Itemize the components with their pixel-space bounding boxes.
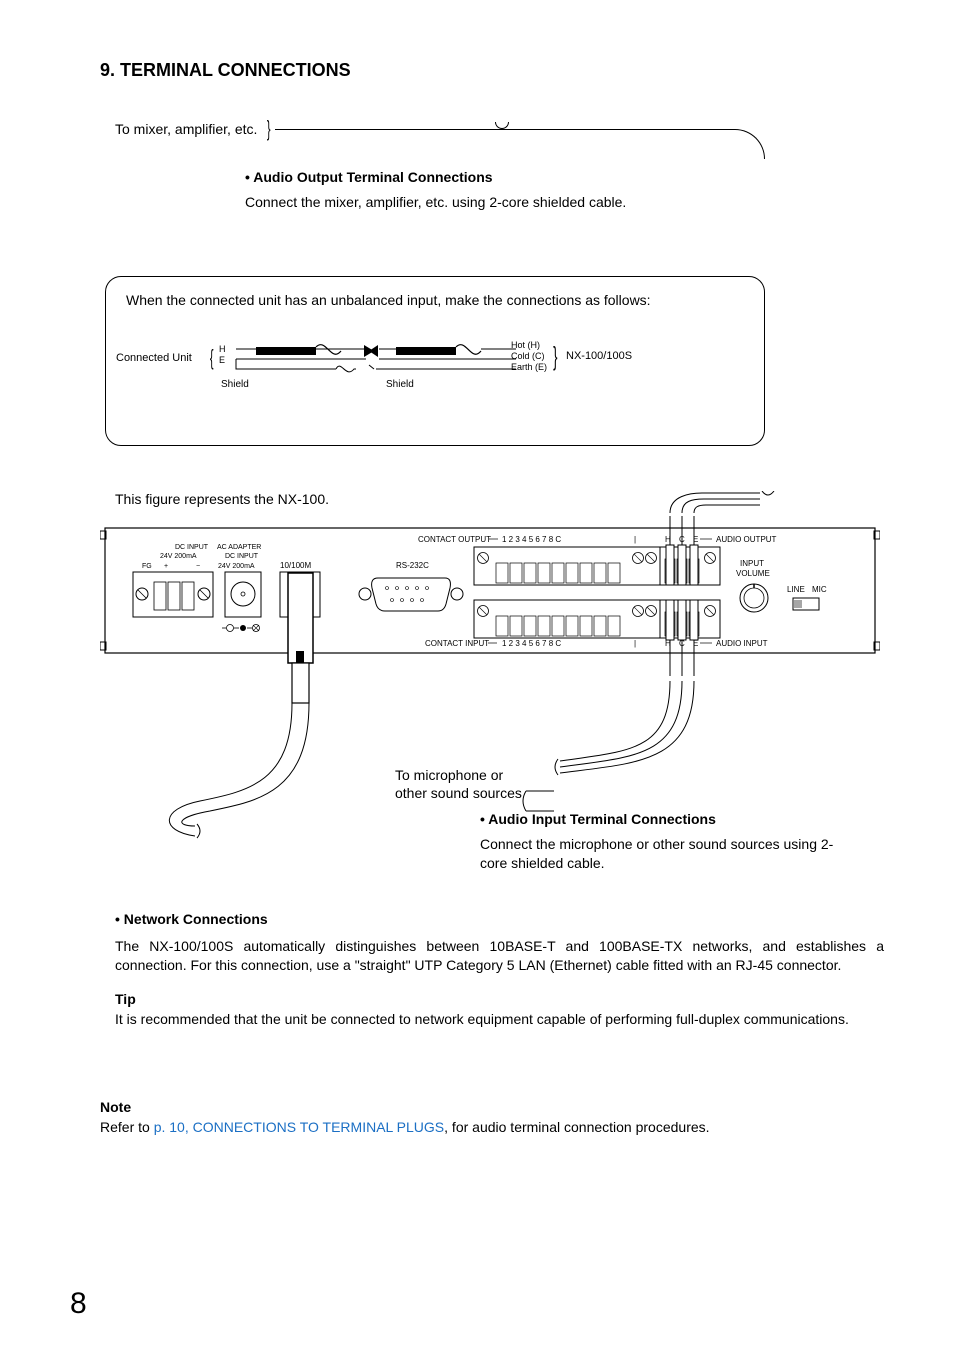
note-heading: Note (100, 1099, 884, 1115)
audio-input-heading: • Audio Input Terminal Connections (480, 811, 860, 827)
shield-label-2: Shield (386, 379, 414, 390)
tip-heading: Tip (115, 991, 884, 1007)
nx-model-label: NX-100/100S (566, 350, 632, 362)
tip-body: It is recommended that the unit be conne… (115, 1010, 884, 1029)
brace-icon: } (553, 341, 557, 372)
section-title: 9. TERMINAL CONNECTIONS (100, 60, 884, 81)
audio-input-block: • Audio Input Terminal Connections Conne… (480, 811, 860, 873)
cable-diagram (116, 337, 636, 427)
upper-diagram: To mixer, amplifier, etc. } • Audio Outp… (100, 111, 884, 461)
network-body: The NX-100/100S automatically distinguis… (115, 937, 884, 975)
note-block: Note Refer to p. 10, CONNECTIONS TO TERM… (100, 1099, 884, 1137)
note-pre: Refer to (100, 1119, 154, 1135)
mixer-label: To mixer, amplifier, etc. (115, 121, 257, 137)
callout-line (275, 129, 765, 159)
unbalanced-box: When the connected unit has an unbalance… (105, 276, 765, 446)
audio-input-body: Connect the microphone or other sound so… (480, 835, 860, 873)
shield-label-1: Shield (221, 379, 249, 390)
network-block: • Network Connections The NX-100/100S au… (115, 911, 884, 1029)
network-heading: • Network Connections (115, 911, 884, 927)
earth-label: Earth (E) (511, 362, 547, 372)
hot-label: Hot (H) (511, 340, 540, 350)
cold-label: Cold (C) (511, 351, 545, 361)
note-body: Refer to p. 10, CONNECTIONS TO TERMINAL … (100, 1118, 884, 1137)
unbalanced-text: When the connected unit has an unbalance… (126, 291, 744, 310)
note-link[interactable]: p. 10, CONNECTIONS TO TERMINAL PLUGS (154, 1119, 444, 1135)
callout-dimple (495, 122, 509, 129)
brace: } (267, 116, 271, 142)
microphone-label: To microphone or other sound sources (395, 766, 522, 802)
audio-output-body: Connect the mixer, amplifier, etc. using… (245, 193, 665, 212)
page-number: 8 (70, 1287, 87, 1321)
audio-output-block: • Audio Output Terminal Connections Conn… (245, 169, 665, 212)
audio-output-heading: • Audio Output Terminal Connections (245, 169, 665, 185)
note-post: , for audio terminal connection procedur… (444, 1119, 709, 1135)
middle-section: This figure represents the NX-100. DC IN… (100, 461, 884, 901)
hce-labels: Hot (H) Cold (C) Earth (E) (511, 340, 547, 372)
